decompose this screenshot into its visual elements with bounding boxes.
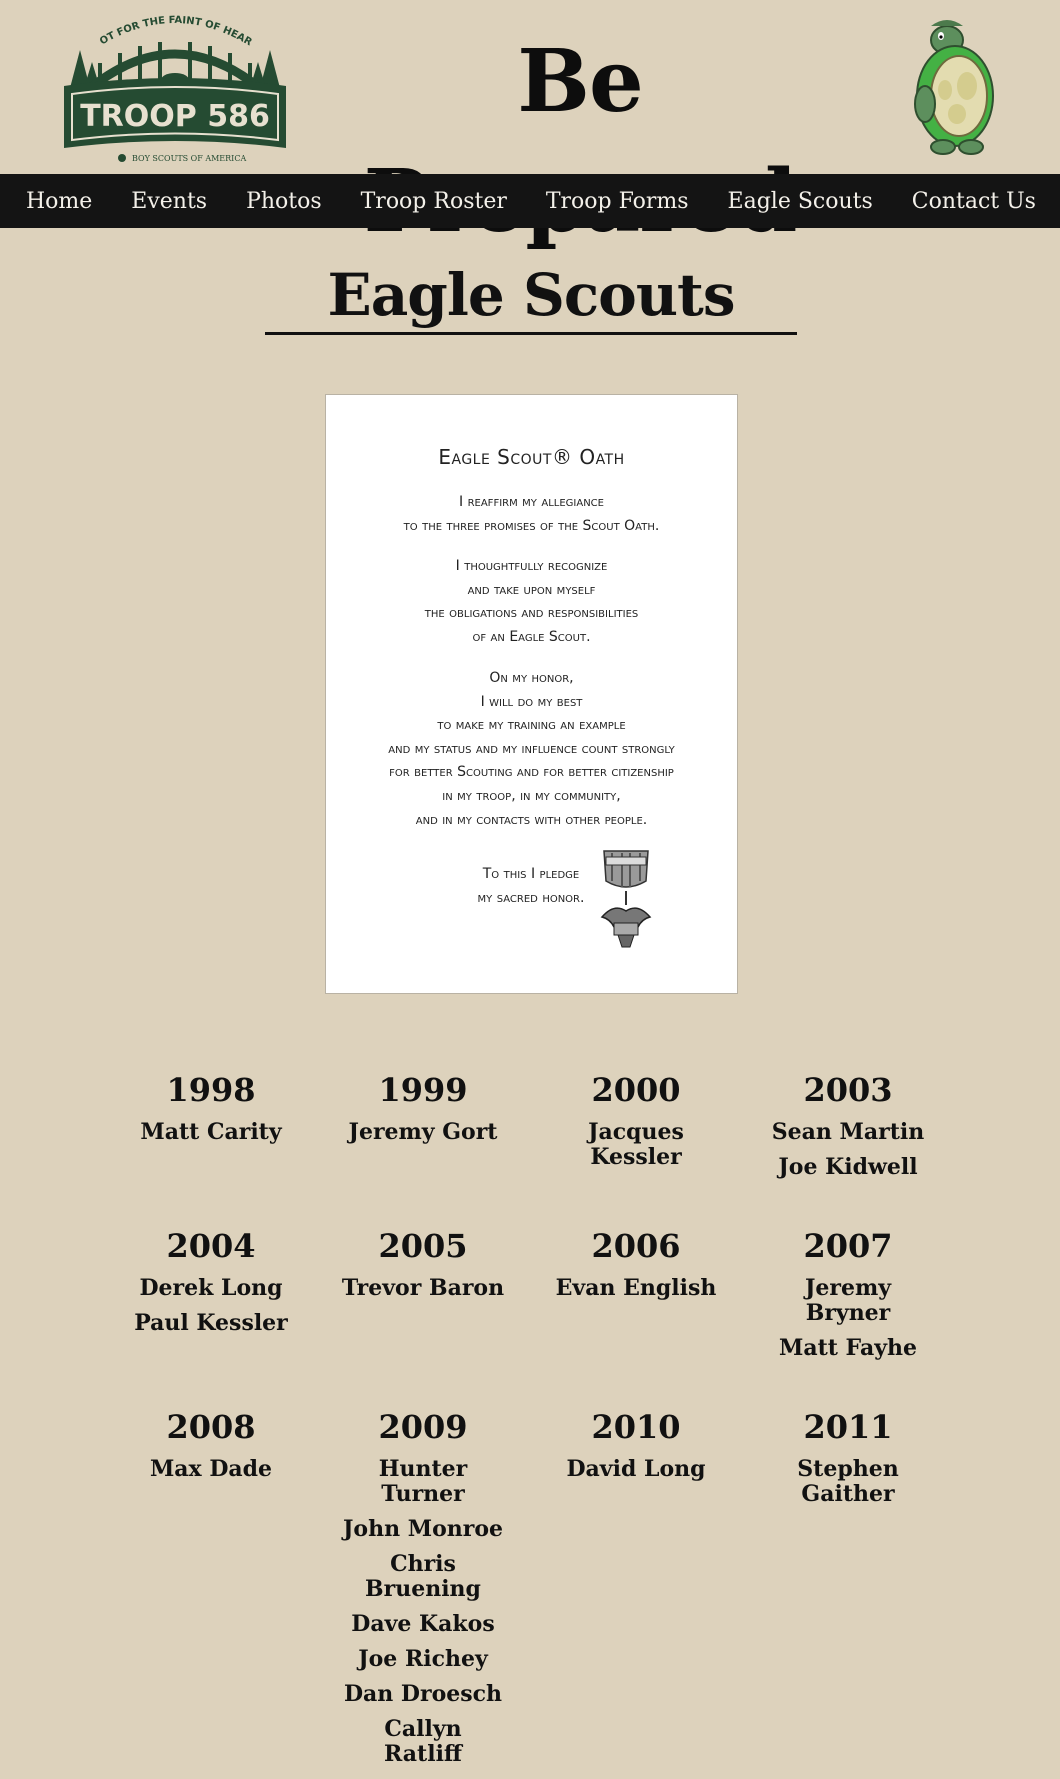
logo-arc-text: NOT FOR THE FAINT OF HEART	[60, 8, 254, 49]
year-block-2000: 2000 Jacques Kessler	[530, 1070, 742, 1170]
year-block-2007: 2007 Jeremy Bryner Matt Fayhe	[742, 1226, 954, 1361]
oath-title: Eagle Scout® Oath	[438, 445, 625, 469]
oath-line: for better Scouting and for better citiz…	[389, 764, 674, 781]
oath-line: I thoughtfully recognize	[455, 558, 608, 574]
year-label: 2003	[803, 1071, 893, 1109]
nav-photos[interactable]: Photos	[246, 189, 322, 214]
scout-name: Joe Kidwell	[778, 1154, 918, 1180]
year-label: 2006	[591, 1227, 681, 1265]
oath-line: the obligations and responsibilities	[424, 605, 639, 622]
scout-name: Stephen Gaither	[797, 1456, 899, 1507]
oath-line: I will do my best	[480, 693, 583, 710]
scout-name: Evan English	[555, 1275, 717, 1301]
scout-name: Sean Martin	[771, 1119, 925, 1145]
troop-586-logo[interactable]: NOT FOR THE FAINT OF HEART TROOP 586 BOY…	[60, 8, 290, 163]
year-block-2006: 2006 Evan English	[530, 1226, 742, 1301]
scout-name: John Monroe	[342, 1516, 503, 1542]
year-block-1999: 1999 Jeremy Gort	[317, 1070, 529, 1145]
year-label: 2008	[166, 1408, 256, 1446]
year-block-2004: 2004 Derek Long Paul Kessler	[105, 1226, 317, 1336]
site-headline: Be Prepared	[364, 31, 798, 252]
oath-line: and take upon myself	[467, 581, 596, 598]
oath-line: On my honor,	[489, 670, 574, 686]
scout-name: Trevor Baron	[341, 1275, 505, 1301]
nav-eagle-scouts[interactable]: Eagle Scouts	[728, 189, 873, 214]
year-label: 2011	[803, 1408, 893, 1446]
scout-name: Jeremy Bryner	[804, 1275, 892, 1326]
oath-stanza-3: On my honor, I will do my best to make m…	[326, 667, 737, 832]
svg-text:NOT FOR THE FAINT OF HEART: NOT FOR THE FAINT OF HEART	[60, 8, 254, 49]
scout-name: Hunter Turner	[378, 1456, 468, 1507]
scout-name: Chris Bruening	[365, 1551, 481, 1602]
year-label: 2005	[378, 1227, 468, 1265]
scout-name: Paul Kessler	[134, 1310, 288, 1336]
scout-name: Max Dade	[149, 1456, 273, 1482]
nav-contact-us[interactable]: Contact Us	[912, 189, 1036, 214]
nav-troop-forms[interactable]: Troop Forms	[546, 189, 689, 214]
scout-name: David Long	[566, 1456, 706, 1482]
year-block-2011: 2011 Stephen Gaither	[742, 1407, 954, 1507]
year-label: 2007	[803, 1227, 893, 1265]
oath-line: and my status and my influence count str…	[388, 740, 675, 757]
year-block-2010: 2010 David Long	[530, 1407, 742, 1482]
scout-name: Dave Kakos	[351, 1611, 495, 1637]
oath-pledge: To this I pledge my sacred honor.	[451, 863, 611, 910]
oath-line: and in my contacts with other people.	[415, 811, 648, 828]
oath-stanza-2: I thoughtfully recognize and take upon m…	[326, 555, 737, 649]
logo-troop-text: TROOP 586	[80, 99, 270, 134]
year-block-2009: 2009 Hunter Turner John Monroe Chris Bru…	[317, 1407, 529, 1767]
oath-line: to the three promises of the Scout Oath.	[403, 517, 660, 534]
oath-line: of an Eagle Scout.	[472, 628, 591, 645]
scout-name: Dan Droesch	[343, 1681, 503, 1707]
year-label: 1999	[378, 1071, 468, 1109]
turtle-mascot-icon	[914, 20, 994, 155]
year-label: 2000	[591, 1071, 681, 1109]
nav-events[interactable]: Events	[131, 189, 207, 214]
year-label: 2004	[166, 1227, 256, 1265]
year-block-2003: 2003 Sean Martin Joe Kidwell	[742, 1070, 954, 1180]
scout-name: Matt Fayhe	[778, 1335, 918, 1361]
oath-line: to make my training an example	[437, 717, 626, 734]
year-label: 2010	[591, 1408, 681, 1446]
oath-line: I reaffirm my allegiance	[459, 494, 604, 510]
year-label: 1998	[166, 1071, 256, 1109]
year-label: 2009	[378, 1408, 468, 1446]
scout-name: Callyn Ratliff	[384, 1716, 462, 1767]
year-block-1998: 1998 Matt Carity	[105, 1070, 317, 1145]
oath-stanza-1: I reaffirm my allegiance to the three pr…	[326, 491, 737, 538]
scout-name: Joe Richey	[358, 1646, 488, 1672]
scout-name: Jeremy Gort	[348, 1119, 498, 1145]
nav-troop-roster[interactable]: Troop Roster	[361, 189, 507, 214]
year-block-2005: 2005 Trevor Baron	[317, 1226, 529, 1301]
nav-home[interactable]: Home	[26, 189, 92, 214]
main-nav: Home Events Photos Troop Roster Troop Fo…	[0, 174, 1060, 228]
scout-name: Matt Carity	[140, 1119, 282, 1145]
scout-name: Derek Long	[139, 1275, 283, 1301]
eagle-scout-oath-image: Eagle Scout® Oath I reaffirm my allegian…	[325, 394, 738, 994]
page-title: Eagle Scouts	[265, 258, 797, 335]
oath-line: To this I pledge	[482, 866, 580, 882]
year-block-2008: 2008 Max Dade	[105, 1407, 317, 1482]
oath-line: in my troop, in my community,	[442, 787, 621, 804]
eagle-medal-icon	[600, 850, 652, 948]
site-header: NOT FOR THE FAINT OF HEART TROOP 586 BOY…	[0, 0, 1060, 252]
logo-bsa-text: BOY SCOUTS OF AMERICA	[132, 154, 246, 163]
oath-line: my sacred honor.	[477, 889, 585, 906]
scout-name: Jacques Kessler	[588, 1119, 684, 1170]
